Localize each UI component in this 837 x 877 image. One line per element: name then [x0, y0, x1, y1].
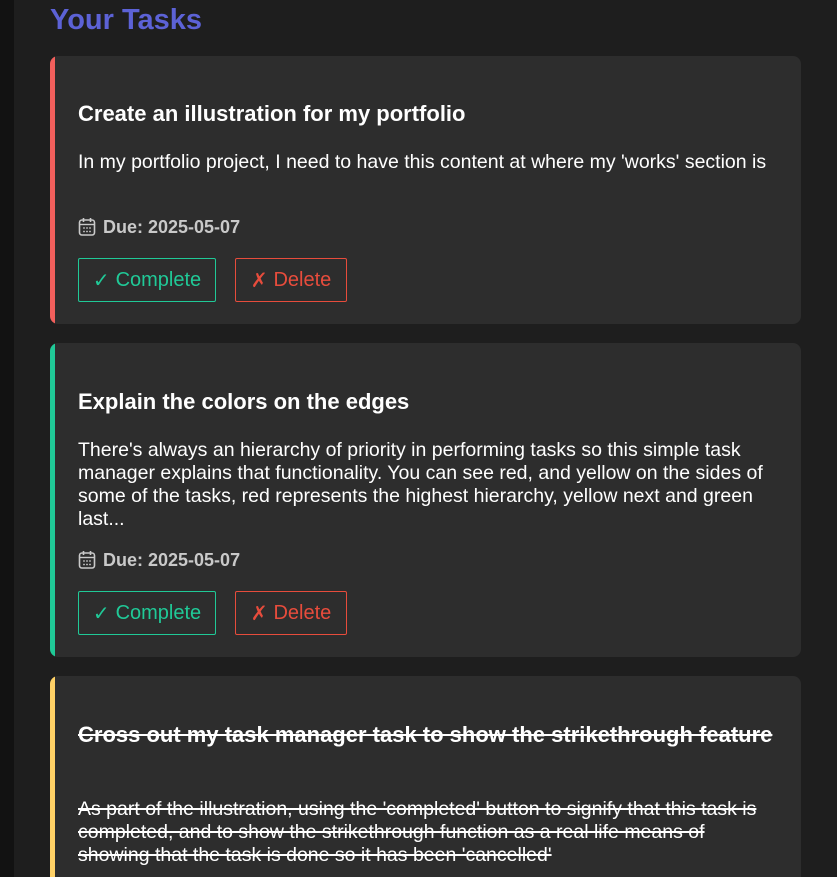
- complete-label: Complete: [115, 601, 202, 624]
- complete-button[interactable]: ✓ Complete: [78, 591, 216, 635]
- task-card: Create an illustration for my portfolio …: [50, 56, 801, 324]
- task-title: Create an illustration for my portfolio: [78, 101, 466, 126]
- cross-icon: ✗: [250, 602, 268, 625]
- priority-edge-medium: [50, 676, 55, 877]
- task-description: There's always an hierarchy of priority …: [78, 439, 763, 530]
- complete-label: Complete: [115, 268, 202, 291]
- task-card-completed: Cross out my task manager task to show t…: [50, 676, 801, 877]
- due-date: Due: 2025-05-07: [78, 549, 240, 571]
- due-label: Due: 2025-05-07: [103, 549, 241, 570]
- task-card: Explain the colors on the edges There's …: [50, 343, 801, 657]
- priority-edge-low: [50, 343, 55, 657]
- task-description: As part of the illustration, using the '…: [78, 798, 757, 866]
- calendar-icon: [78, 550, 96, 570]
- due-label: Due: 2025-05-07: [103, 216, 241, 237]
- delete-button[interactable]: ✗ Delete: [235, 591, 347, 635]
- task-page: Your Tasks Create an illustration for my…: [14, 0, 837, 877]
- check-icon: ✓: [92, 602, 110, 625]
- task-title: Cross out my task manager task to show t…: [78, 722, 773, 747]
- task-title: Explain the colors on the edges: [78, 389, 410, 414]
- delete-label: Delete: [273, 601, 332, 624]
- delete-label: Delete: [273, 268, 332, 291]
- due-date: Due: 2025-05-07: [78, 216, 240, 238]
- cross-icon: ✗: [250, 269, 268, 292]
- calendar-icon: [78, 217, 96, 237]
- complete-button[interactable]: ✓ Complete: [78, 258, 216, 302]
- priority-edge-high: [50, 56, 55, 324]
- page-title: Your Tasks: [50, 4, 203, 36]
- delete-button[interactable]: ✗ Delete: [235, 258, 347, 302]
- check-icon: ✓: [92, 269, 110, 292]
- task-description: In my portfolio project, I need to have …: [78, 151, 767, 173]
